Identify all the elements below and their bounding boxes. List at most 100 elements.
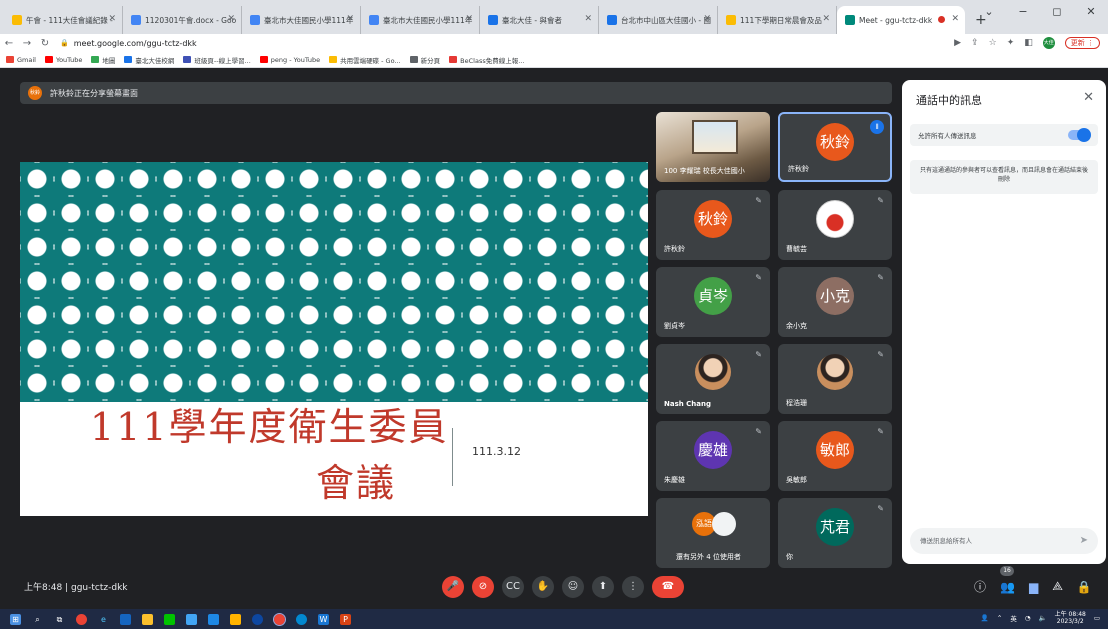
maximize-icon[interactable]: ◻ [1040,0,1074,24]
participant-tile-active[interactable]: 秋鈴 ⦀ 許秋鈴 [778,112,892,182]
mic-off-icon: ✎ [755,427,762,436]
self-tile[interactable]: 芃君 ✎ 你 [778,498,892,568]
windows-start-icon[interactable]: ⊞ [10,613,21,625]
ime-indicator[interactable]: 英 [1010,613,1017,623]
participant-tile[interactable]: 100 李耀瑞 校長大佳國小 [656,112,770,182]
close-tab-icon[interactable]: ✕ [227,14,235,24]
participant-tile[interactable]: 秋鈴 ✎ 許秋鈴 [656,190,770,260]
present-screen-button[interactable]: ⬆ [592,575,614,598]
mail-icon[interactable] [208,613,219,625]
more-options-button[interactable]: ⋮ [622,575,644,598]
address-bar[interactable]: 🔒 meet.google.com/ggu-tctz-dkk [60,36,954,50]
close-tab-icon[interactable]: ✕ [951,14,959,24]
camera-icon[interactable]: ▶ [954,38,961,48]
bookmark-gmail[interactable]: Gmail [6,56,36,64]
file-explorer-icon[interactable] [142,613,153,625]
tab-attendees[interactable]: 臺北大佳 - 與會者 ✕ [480,6,599,34]
tab-meet[interactable]: Meet - ggu-tctz-dkk ✕ [837,6,965,34]
bookmark-school-site[interactable]: 臺北大佳校網 [124,55,174,65]
chrome-icon[interactable] [76,613,87,625]
tab-search-icon[interactable]: ⌄ [972,0,1006,24]
close-tab-icon[interactable]: ✕ [822,14,830,24]
close-tab-icon[interactable]: ✕ [465,14,473,24]
window-controls: ⌄ − ◻ ✕ [972,0,1108,24]
bookmark-shared-drive[interactable]: 共用雲端硬碟 - Go... [329,55,401,65]
leave-call-button[interactable]: ☎ [652,575,684,598]
participant-tile[interactable]: ✎ Nash Chang [656,344,770,414]
tray-expand-icon[interactable]: ⌃ [997,614,1002,622]
participant-tile[interactable]: 慶雄 ✎ 朱慶雄 [656,421,770,491]
network-icon[interactable]: ◔ [1025,614,1031,622]
notification-icon[interactable]: ▭ [1094,614,1100,622]
share-icon[interactable]: ⇪ [971,38,979,48]
update-button[interactable]: 更新 ⋮ [1064,37,1100,49]
bookmark-youtube[interactable]: YouTube [44,56,82,64]
taskbar-clock[interactable]: 上午 08:48 2023/3/2 [1055,611,1086,625]
docs-icon [131,15,141,25]
task-view-icon[interactable]: ⧉ [54,614,65,625]
people-button[interactable]: 👥 16 [1000,565,1015,594]
captions-button[interactable]: CC [502,575,524,598]
close-icon[interactable]: ✕ [1083,90,1094,105]
chat-message-input[interactable]: 傳送訊息給所有人 ➤ [910,528,1098,554]
bookmark-star-icon[interactable]: ☆ [989,38,997,48]
tab-school-site[interactable]: 台北市中山區大佳國小 - 國 ✕ [599,6,718,34]
side-panel-icon[interactable]: ◧ [1024,38,1033,48]
participant-tile[interactable]: 小克 ✎ 余小克 [778,267,892,337]
close-tab-icon[interactable]: ✕ [584,14,592,24]
page-icon [183,56,192,63]
host-controls-icon[interactable]: 🔒 [1077,580,1092,594]
store-icon[interactable] [120,613,131,625]
bookmark-class-page[interactable]: 班級頁--線上學習... [183,55,251,65]
participant-tile[interactable]: ✎ 程浩珊 [778,344,892,414]
chrome-active-icon[interactable] [273,612,286,626]
browser-icon[interactable] [296,613,307,625]
profile-photo [817,354,853,390]
edge-icon[interactable]: e [98,614,109,625]
emoji-reaction-button[interactable]: ☺ [562,575,584,598]
allow-messages-toggle[interactable] [1068,128,1091,142]
powerpoint-icon[interactable]: P [340,613,351,625]
minimize-icon[interactable]: − [1006,0,1040,24]
tab-school-doc-1[interactable]: 臺北市大佳國民小學111年 ✕ [242,6,361,34]
bookmark-new-tab[interactable]: 新分頁 [409,55,440,65]
word-icon[interactable]: W [318,613,329,625]
cortana-icon[interactable] [252,613,263,625]
tab-docx[interactable]: 1120301午會.docx - Goo ✕ [123,6,242,34]
mic-off-button[interactable]: 🎤 [442,575,464,598]
profile-avatar[interactable]: 大佳 [1042,37,1055,49]
camera-off-button[interactable]: ⊘ [472,575,494,598]
bookmark-maps[interactable]: 地圖 [91,55,115,65]
volume-icon[interactable]: 🔈 [1039,614,1047,622]
calendar-icon[interactable] [186,613,197,625]
more-participants-tile[interactable]: 泓語 還有另外 4 位使用者 [656,498,770,568]
tab-drive[interactable]: 111下學期日常晨會及品 ✕ [718,6,837,34]
send-icon[interactable]: ➤ [1080,528,1088,554]
bookmark-beclass[interactable]: BeClass免費線上報... [449,55,524,65]
shared-slide: 111學年度衛生委員 會議 111.3.12 [20,162,648,516]
participant-tile[interactable]: 貞岑 ✎ 劉貞岑 [656,267,770,337]
bookmark-peng-youtube[interactable]: peng - YouTube [259,56,320,64]
meeting-info-icon[interactable]: ⓘ [974,578,986,595]
activities-icon[interactable]: ⟁ [1052,579,1063,594]
extensions-icon[interactable]: ✦ [1007,38,1015,48]
raise-hand-button[interactable]: ✋ [532,575,554,598]
close-tab-icon[interactable]: ✕ [703,14,711,24]
chat-icon[interactable]: ▆ [1029,580,1038,594]
tab-meeting-notes[interactable]: 午會 - 111大佳會議紀錄 - ✕ [4,6,123,34]
notes-icon[interactable] [230,613,241,625]
back-icon[interactable]: ← [0,38,18,49]
line-icon[interactable] [164,613,175,625]
participant-tile[interactable]: ✎ 曹毓芸 [778,190,892,260]
tab-school-doc-2[interactable]: 臺北市大佳國民小學111年 ✕ [361,6,480,34]
participant-tile[interactable]: 敏郎 ✎ 吳敏郎 [778,421,892,491]
youtube-icon [44,56,53,63]
reload-icon[interactable]: ↻ [36,38,54,49]
close-tab-icon[interactable]: ✕ [346,14,354,24]
user-icon[interactable]: 👤 [981,614,989,622]
window-close-icon[interactable]: ✕ [1074,0,1108,24]
search-icon[interactable]: ⌕ [32,614,43,625]
chat-input-placeholder: 傳送訊息給所有人 [920,537,972,545]
forward-icon[interactable]: → [18,38,36,49]
close-tab-icon[interactable]: ✕ [108,14,116,24]
